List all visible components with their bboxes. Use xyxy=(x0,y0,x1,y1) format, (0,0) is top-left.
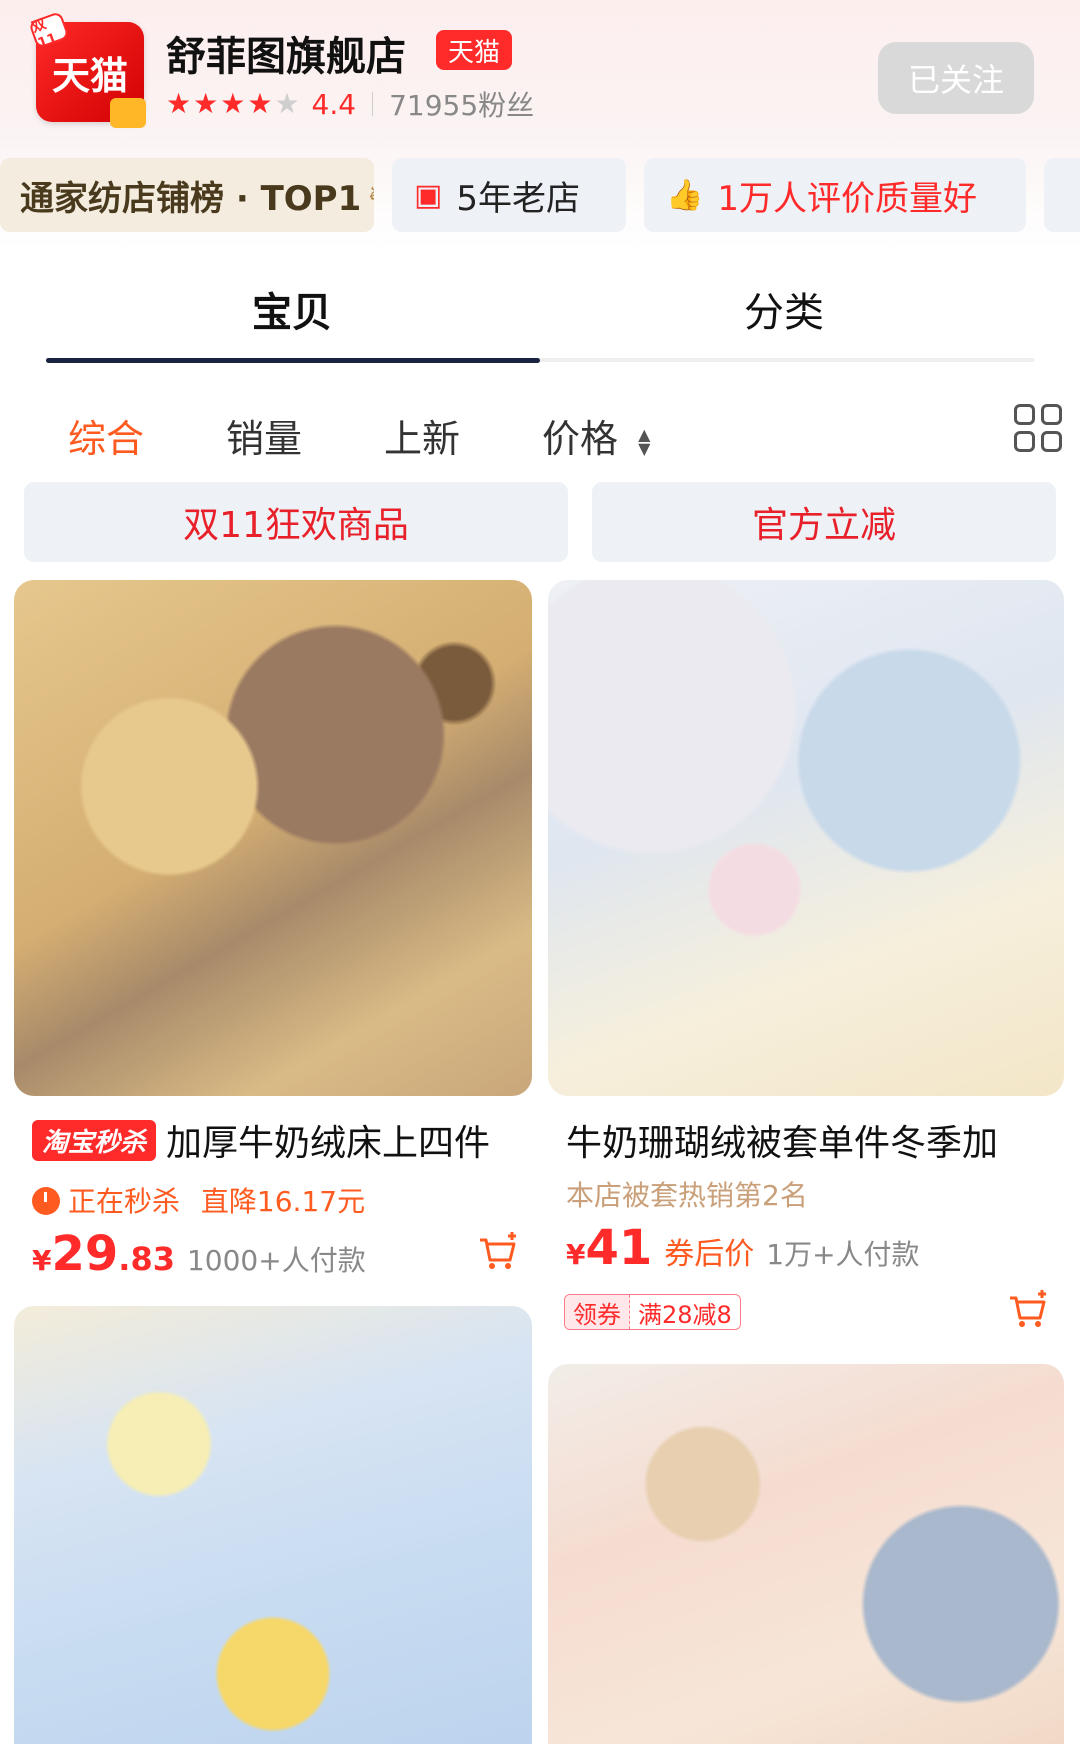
sold-count: 1万+人付款 xyxy=(766,1238,920,1271)
price-integer: 29 xyxy=(51,1226,119,1282)
official-discount-chip[interactable]: 官方立减 xyxy=(592,482,1056,562)
rank-label: 本店被套热销第2名 xyxy=(566,1179,808,1212)
fans-count: 71955粉丝 xyxy=(389,89,535,122)
price-integer: 41 xyxy=(585,1220,653,1276)
product-image[interactable] xyxy=(548,1364,1064,1744)
coupon-value: 满28减8 xyxy=(638,1300,732,1329)
after-coupon-label: 券后价 xyxy=(664,1237,755,1272)
store-age-label: 5年老店 xyxy=(456,178,580,219)
store-name[interactable]: 舒菲图旗舰店 xyxy=(166,24,406,82)
product-title[interactable]: 牛奶珊瑚绒被套单件冬季加 xyxy=(566,1114,1064,1166)
laurel-icon: ❧ xyxy=(367,175,374,215)
price-decimal: .83 xyxy=(118,1240,175,1278)
product-image[interactable] xyxy=(14,580,532,1096)
sort-arrows-icon: ▲ ▼ xyxy=(638,424,651,458)
price-row: ¥ 29 .83 1000+人付款 xyxy=(32,1226,366,1282)
product-title-row[interactable]: 淘宝秒杀 加厚牛奶绒床上四件 xyxy=(32,1114,532,1166)
store-logo[interactable]: 双11 天猫 xyxy=(28,11,146,128)
tab-products[interactable]: 宝贝 xyxy=(252,280,332,338)
store-icon: ▣ xyxy=(414,177,443,213)
sort-comprehensive[interactable]: 综合 xyxy=(68,408,144,463)
tmall-logo-text: 天猫 xyxy=(51,53,128,98)
sold-count: 1000+人付款 xyxy=(186,1244,366,1277)
store-tags: 通家纺店铺榜 · TOP1 ❧ ▣ 5年老店 👍 1万人评价 质量好 xyxy=(0,158,1080,234)
review-tag-prefix: 1万人评价 xyxy=(717,178,875,219)
star-icon: ★ xyxy=(166,87,192,120)
more-tag[interactable] xyxy=(1044,158,1080,232)
sort-sales[interactable]: 销量 xyxy=(226,408,302,463)
add-to-cart-icon[interactable] xyxy=(1006,1288,1050,1332)
review-tag-highlight: 质量好 xyxy=(875,178,977,219)
tmall-badge: 天猫 xyxy=(436,30,513,70)
divider xyxy=(372,92,374,116)
double11-filter-chip[interactable]: 双11狂欢商品 xyxy=(24,482,568,562)
seckill-status: 正在秒杀 直降16.17元 xyxy=(32,1180,365,1220)
discount-label: 直降16.17元 xyxy=(200,1185,366,1218)
sort-bar: 综合 销量 上新 价格 ▲ ▼ xyxy=(0,400,1080,470)
star-empty-icon: ★ xyxy=(274,87,300,120)
tab-categories[interactable]: 分类 xyxy=(744,280,824,338)
coupon-label: 领券 xyxy=(565,1295,630,1329)
seckill-badge: 淘宝秒杀 xyxy=(32,1120,157,1161)
clock-icon xyxy=(32,1187,60,1215)
price-row: ¥ 41 券后价 1万+人付款 xyxy=(566,1220,920,1276)
currency-symbol: ¥ xyxy=(566,1238,586,1271)
product-image[interactable] xyxy=(14,1306,532,1744)
thumbs-up-icon: 👍 xyxy=(666,177,704,213)
sort-price-label: 价格 xyxy=(542,417,619,461)
seckill-status-label: 正在秒杀 xyxy=(68,1185,181,1218)
store-rating-row: ★ ★ ★ ★ ★ 4.4 71955粉丝 xyxy=(166,86,535,123)
currency-symbol: ¥ xyxy=(32,1244,52,1277)
add-to-cart-icon[interactable] xyxy=(476,1230,520,1274)
star-icon: ★ xyxy=(193,87,219,120)
sort-price[interactable]: 价格 ▲ ▼ xyxy=(542,408,650,463)
rating-value: 4.4 xyxy=(311,87,357,121)
active-tab-indicator xyxy=(46,358,540,363)
store-age-tag[interactable]: ▣ 5年老店 xyxy=(392,158,626,232)
follow-button[interactable]: 已关注 xyxy=(878,42,1034,114)
sort-new[interactable]: 上新 xyxy=(384,408,460,463)
star-icon: ★ xyxy=(247,87,273,120)
ranking-tag-label: 通家纺店铺榜 · TOP1 xyxy=(20,178,362,219)
review-tag[interactable]: 👍 1万人评价 质量好 xyxy=(644,158,1026,232)
ranking-tag[interactable]: 通家纺店铺榜 · TOP1 ❧ xyxy=(0,158,374,232)
main-tabs: 宝贝 分类 xyxy=(0,270,1080,360)
product-image[interactable] xyxy=(548,580,1064,1096)
coupon-badge[interactable]: 领券 满28减8 xyxy=(564,1294,741,1330)
shopping-bag-icon xyxy=(110,98,146,128)
star-icon: ★ xyxy=(220,87,246,120)
product-title: 加厚牛奶绒床上四件 xyxy=(166,1123,491,1164)
grid-view-icon[interactable] xyxy=(1014,404,1062,452)
